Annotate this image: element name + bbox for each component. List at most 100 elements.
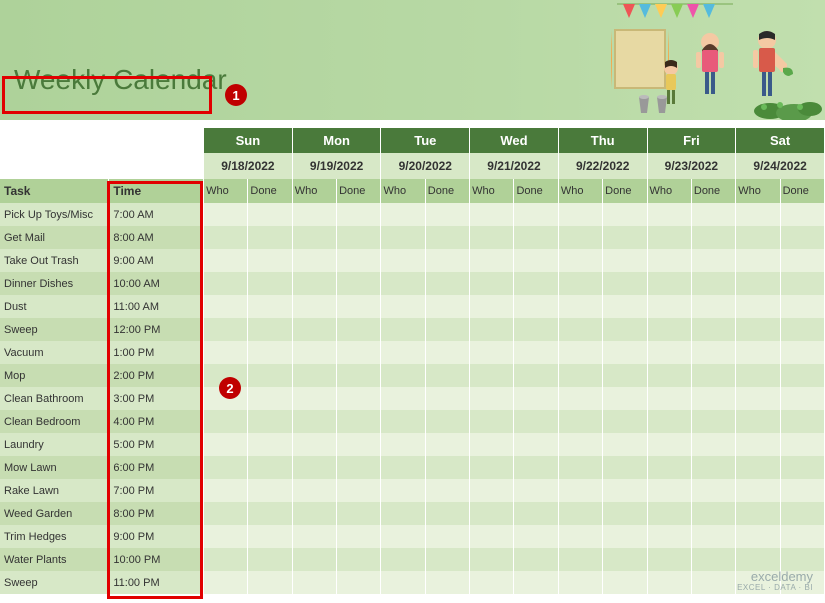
who-cell[interactable] (558, 341, 602, 364)
who-cell[interactable] (736, 387, 780, 410)
done-cell[interactable] (691, 548, 735, 571)
done-cell[interactable] (691, 272, 735, 295)
done-cell[interactable] (337, 249, 381, 272)
who-cell[interactable] (292, 364, 336, 387)
done-cell[interactable] (780, 272, 824, 295)
task-cell[interactable]: Vacuum (0, 341, 109, 364)
who-cell[interactable] (736, 364, 780, 387)
done-cell[interactable] (603, 249, 647, 272)
done-cell[interactable] (248, 295, 292, 318)
who-cell[interactable] (558, 318, 602, 341)
done-cell[interactable] (248, 433, 292, 456)
done-cell[interactable] (514, 525, 558, 548)
task-cell[interactable]: Sweep (0, 571, 109, 594)
done-cell[interactable] (780, 548, 824, 571)
who-cell[interactable] (558, 456, 602, 479)
task-cell[interactable]: Mow Lawn (0, 456, 109, 479)
done-cell[interactable] (514, 249, 558, 272)
done-cell[interactable] (337, 571, 381, 594)
who-cell[interactable] (470, 410, 514, 433)
who-cell[interactable] (470, 295, 514, 318)
who-cell[interactable] (381, 226, 425, 249)
who-cell[interactable] (558, 249, 602, 272)
done-cell[interactable] (780, 203, 824, 226)
done-cell[interactable] (603, 226, 647, 249)
done-cell[interactable] (691, 525, 735, 548)
done-cell[interactable] (248, 318, 292, 341)
done-cell[interactable] (425, 387, 469, 410)
who-cell[interactable] (736, 341, 780, 364)
who-cell[interactable] (558, 525, 602, 548)
done-cell[interactable] (780, 433, 824, 456)
who-cell[interactable] (647, 341, 691, 364)
done-cell[interactable] (514, 318, 558, 341)
who-cell[interactable] (292, 410, 336, 433)
done-cell[interactable] (248, 548, 292, 571)
who-cell[interactable] (647, 318, 691, 341)
done-cell[interactable] (248, 571, 292, 594)
who-cell[interactable] (558, 364, 602, 387)
who-cell[interactable] (470, 272, 514, 295)
done-cell[interactable] (248, 364, 292, 387)
done-cell[interactable] (514, 387, 558, 410)
who-cell[interactable] (736, 456, 780, 479)
who-cell[interactable] (381, 364, 425, 387)
done-cell[interactable] (337, 410, 381, 433)
task-cell[interactable]: Weed Garden (0, 502, 109, 525)
who-cell[interactable] (381, 525, 425, 548)
who-cell[interactable] (381, 341, 425, 364)
task-cell[interactable]: Take Out Trash (0, 249, 109, 272)
done-cell[interactable] (248, 272, 292, 295)
done-cell[interactable] (603, 341, 647, 364)
done-cell[interactable] (337, 295, 381, 318)
who-cell[interactable] (647, 456, 691, 479)
done-cell[interactable] (603, 571, 647, 594)
done-cell[interactable] (691, 387, 735, 410)
done-cell[interactable] (425, 318, 469, 341)
who-cell[interactable] (647, 203, 691, 226)
task-cell[interactable]: Mop (0, 364, 109, 387)
done-cell[interactable] (337, 341, 381, 364)
who-cell[interactable] (204, 226, 248, 249)
done-cell[interactable] (425, 410, 469, 433)
done-cell[interactable] (603, 479, 647, 502)
done-cell[interactable] (514, 433, 558, 456)
who-cell[interactable] (381, 548, 425, 571)
who-cell[interactable] (736, 249, 780, 272)
task-cell[interactable]: Dinner Dishes (0, 272, 109, 295)
who-cell[interactable] (647, 548, 691, 571)
done-cell[interactable] (691, 203, 735, 226)
who-cell[interactable] (470, 548, 514, 571)
task-cell[interactable]: Trim Hedges (0, 525, 109, 548)
who-cell[interactable] (204, 571, 248, 594)
done-cell[interactable] (780, 249, 824, 272)
who-cell[interactable] (558, 502, 602, 525)
done-cell[interactable] (425, 226, 469, 249)
done-cell[interactable] (425, 341, 469, 364)
done-cell[interactable] (425, 456, 469, 479)
who-cell[interactable] (736, 502, 780, 525)
done-cell[interactable] (425, 502, 469, 525)
done-cell[interactable] (514, 479, 558, 502)
who-cell[interactable] (204, 456, 248, 479)
done-cell[interactable] (780, 318, 824, 341)
done-cell[interactable] (248, 525, 292, 548)
done-cell[interactable] (691, 341, 735, 364)
who-cell[interactable] (470, 433, 514, 456)
done-cell[interactable] (691, 479, 735, 502)
done-cell[interactable] (780, 364, 824, 387)
done-cell[interactable] (691, 249, 735, 272)
done-cell[interactable] (603, 525, 647, 548)
done-cell[interactable] (337, 364, 381, 387)
who-cell[interactable] (470, 525, 514, 548)
who-cell[interactable] (292, 203, 336, 226)
who-cell[interactable] (558, 479, 602, 502)
who-cell[interactable] (381, 433, 425, 456)
who-cell[interactable] (470, 571, 514, 594)
done-cell[interactable] (514, 502, 558, 525)
who-cell[interactable] (204, 433, 248, 456)
who-cell[interactable] (292, 571, 336, 594)
who-cell[interactable] (647, 364, 691, 387)
who-cell[interactable] (292, 295, 336, 318)
who-cell[interactable] (470, 203, 514, 226)
